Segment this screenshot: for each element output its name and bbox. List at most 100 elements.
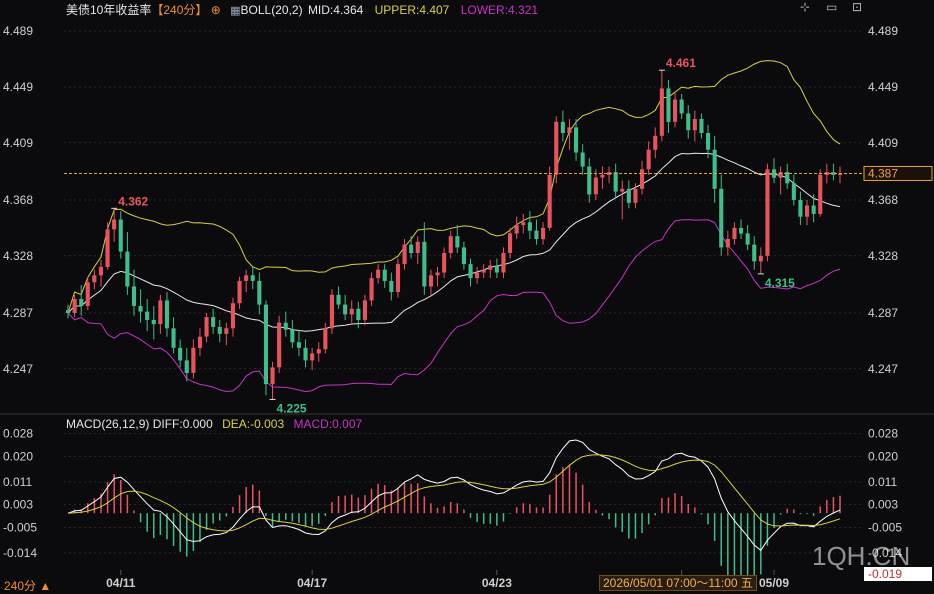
candle-body: [455, 236, 460, 248]
candle-body: [125, 251, 130, 287]
candle-body: [263, 304, 268, 385]
candle-body: [164, 300, 169, 329]
macd-y-tick-right: 0.011: [868, 475, 897, 489]
candle-body: [217, 326, 222, 334]
candle-body: [270, 367, 275, 385]
candle-body: [290, 329, 295, 343]
candle-body: [666, 88, 671, 122]
extreme-label-high: 4.362: [118, 194, 148, 208]
settings-icon[interactable]: ⊕: [211, 3, 221, 17]
chart-header: 美债10年收益率【240分】 ⊕ ▦BOLL(20,2) MID:4.364 U…: [66, 1, 538, 18]
candle-body: [521, 222, 526, 226]
boll-label[interactable]: BOLL(20,2): [241, 3, 303, 17]
candle-body: [811, 205, 816, 214]
candle-body: [554, 121, 559, 175]
candle-body: [686, 113, 691, 131]
candle-body: [732, 227, 737, 240]
candle-body: [415, 241, 420, 253]
candle-body: [574, 127, 579, 153]
candle-body: [178, 347, 183, 361]
candle-body: [481, 269, 486, 273]
macd-y-tick-left: -0.014: [3, 546, 37, 560]
candle-body: [343, 304, 348, 315]
candle-body: [673, 99, 678, 122]
candle-body: [98, 266, 103, 276]
candle-body: [488, 265, 493, 270]
candle-body: [567, 127, 572, 133]
crosshair-icon[interactable]: ⊹: [800, 0, 810, 14]
macd-y-tick-left: 0.028: [3, 427, 33, 441]
candle-body: [237, 280, 242, 304]
candle-body: [336, 294, 341, 305]
candle-body: [369, 278, 374, 301]
y-tick-left: 4.489: [3, 24, 33, 38]
candle-body: [171, 328, 176, 348]
candle-body: [739, 227, 744, 234]
candle-body: [725, 239, 730, 248]
candle-body: [818, 174, 823, 214]
macd-params[interactable]: MACD(26,12,9): [66, 417, 149, 431]
candle-body: [151, 319, 156, 325]
candle-body: [356, 308, 361, 320]
candle-body: [765, 169, 770, 256]
candle-body: [224, 328, 229, 334]
y-tick-right: 4.368: [868, 193, 898, 207]
candle-body: [409, 244, 414, 253]
candle-body: [395, 264, 400, 292]
indicator-icon[interactable]: ▦: [230, 5, 240, 17]
candle-body: [620, 188, 625, 192]
candle-body: [475, 272, 480, 279]
candle-body: [798, 200, 803, 217]
candle-body: [706, 133, 711, 150]
candle-body: [191, 347, 196, 373]
candle-body: [778, 172, 783, 178]
candle-body: [692, 119, 697, 131]
candle-body: [131, 286, 136, 306]
macd-y-tick-right: 0.003: [868, 498, 898, 512]
candle-body: [435, 272, 440, 276]
window-icon[interactable]: ▭: [826, 0, 837, 14]
upper-label: UPPER:4.407: [374, 3, 450, 17]
candle-body: [92, 275, 97, 283]
x-tick-label: 04/17: [297, 576, 327, 590]
macd-y-tick-left: 0.020: [3, 449, 33, 463]
candle-body: [719, 188, 724, 248]
y-tick-right: 4.449: [868, 80, 898, 94]
candle-body: [323, 328, 328, 350]
y-tick-right: 4.247: [868, 362, 898, 376]
macd-diff: DIFF:0.000: [152, 417, 213, 431]
candle-body: [79, 299, 84, 306]
candle-body: [791, 183, 796, 200]
candle-body: [303, 347, 308, 361]
candle-body: [230, 303, 235, 329]
candle-body: [66, 310, 71, 313]
candle-body: [494, 265, 499, 273]
expand-icon[interactable]: ⊡: [852, 0, 862, 14]
period-selector[interactable]: 240分 ▲: [4, 577, 51, 594]
candle-body: [626, 188, 631, 203]
candle-body: [527, 222, 532, 231]
candle-body: [158, 300, 163, 325]
current-price-label: 4.387: [868, 166, 898, 180]
extreme-label-high: 4.461: [666, 56, 696, 70]
candle-body: [646, 149, 651, 170]
candle-body: [428, 275, 433, 287]
candle-body: [442, 253, 447, 273]
candle-body: [593, 177, 598, 195]
candle-body: [600, 174, 605, 178]
candle-body: [283, 322, 288, 330]
candle-body: [105, 229, 110, 267]
candle-body: [349, 308, 354, 315]
period-tag[interactable]: 【240分】: [151, 3, 207, 17]
candle-body: [197, 336, 202, 348]
candle-body: [541, 227, 546, 240]
watermark: 1QH.CN: [812, 541, 911, 571]
lower-label: LOWER:4.321: [460, 3, 539, 17]
candle-body: [250, 275, 255, 281]
candle-body: [712, 149, 717, 189]
y-tick-left: 4.247: [3, 362, 33, 376]
candle-body: [329, 294, 334, 329]
candle-body: [752, 244, 757, 262]
macd-y-tick-right: -0.005: [868, 520, 902, 534]
candle-body: [745, 233, 750, 245]
